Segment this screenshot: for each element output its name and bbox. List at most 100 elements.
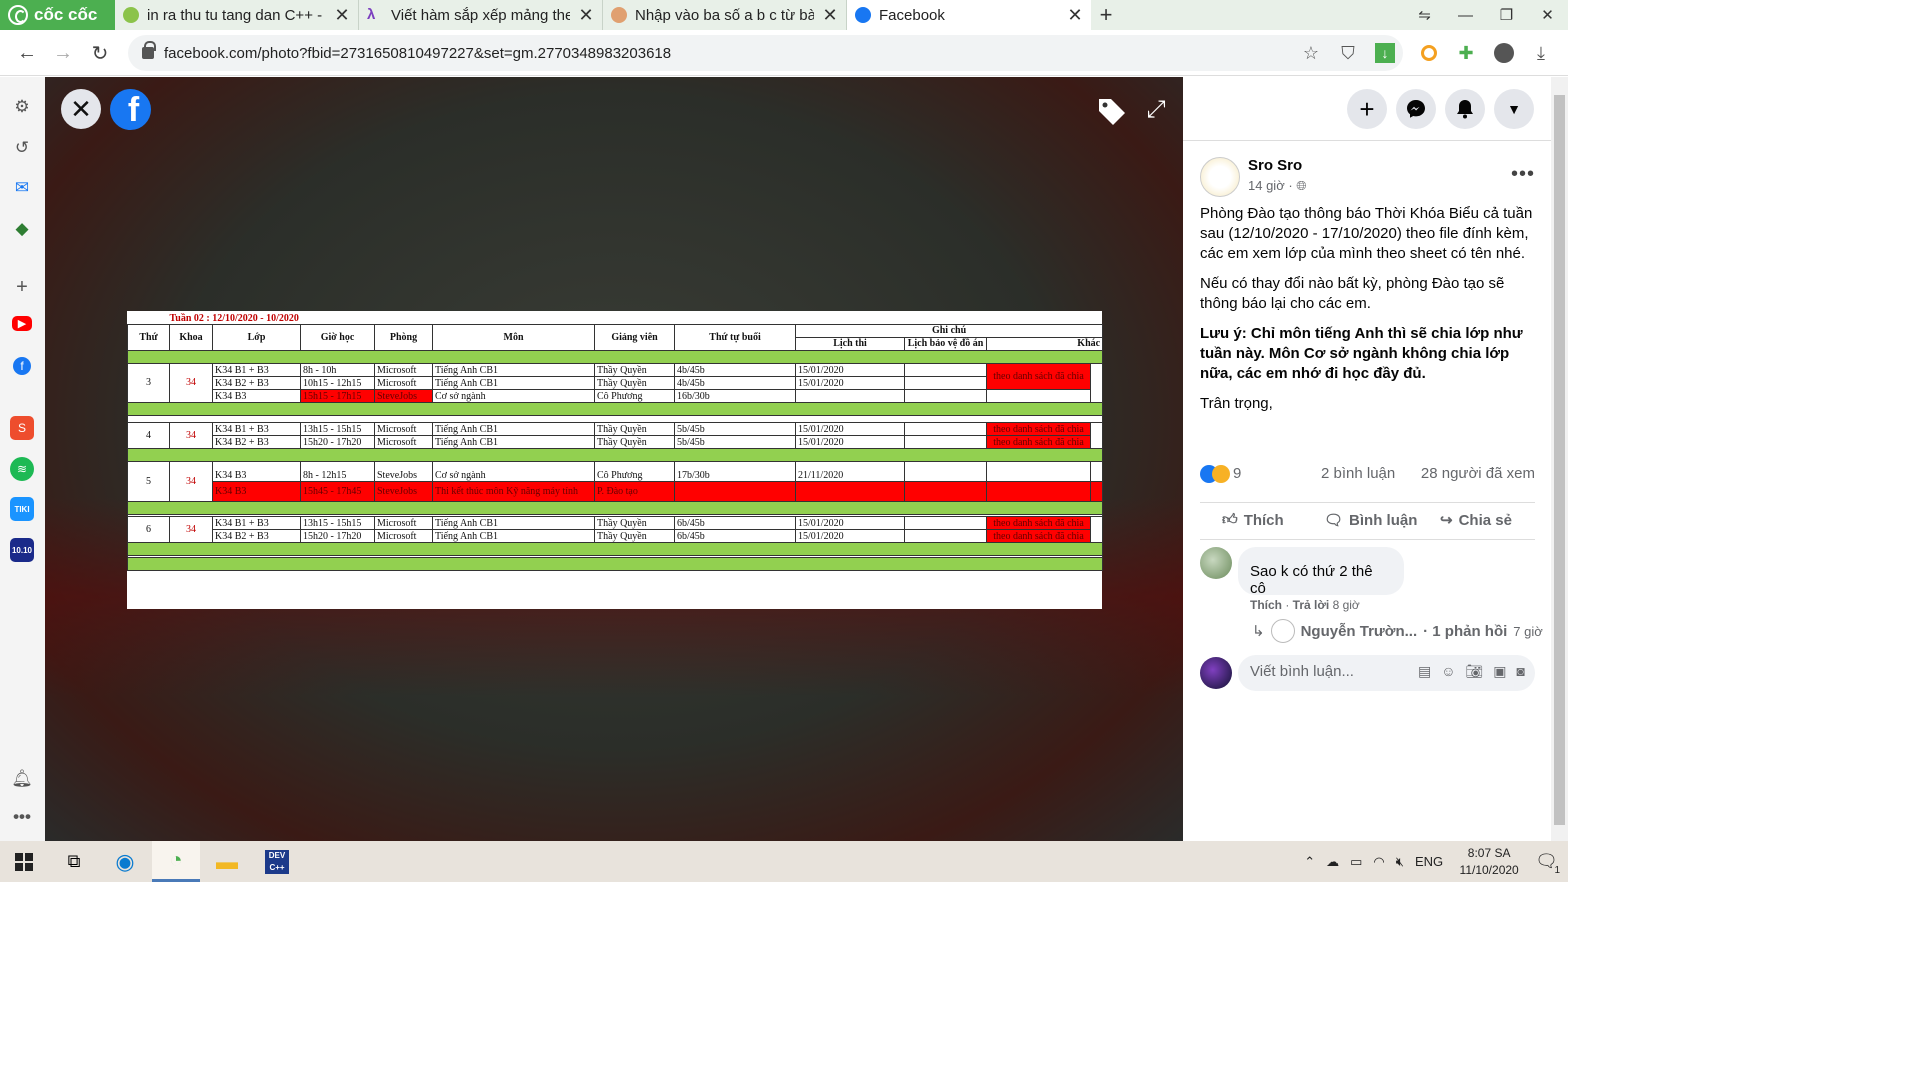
- share-button[interactable]: ↪ Chia sẻ: [1440, 511, 1512, 530]
- comment-count[interactable]: 2 bình luận: [1321, 465, 1395, 482]
- notifications-icon[interactable]: [1445, 89, 1485, 129]
- emoji-icon[interactable]: ☺: [1441, 663, 1455, 680]
- language-indicator[interactable]: ENG: [1415, 854, 1443, 869]
- download-icon[interactable]: ⤓: [1526, 38, 1556, 68]
- file-explorer-icon[interactable]: ▬: [203, 841, 251, 882]
- minimize-button[interactable]: —: [1445, 0, 1486, 30]
- close-window-button[interactable]: ✕: [1527, 0, 1568, 30]
- camera-icon[interactable]: 📷︎: [1466, 663, 1484, 680]
- tab-cpp[interactable]: in ra thu tu tang dan C++ - T ✕: [115, 0, 359, 30]
- messenger-icon[interactable]: ✉: [10, 176, 34, 200]
- gif-icon[interactable]: ▣: [1493, 663, 1506, 680]
- view-count[interactable]: 28 người đã xem: [1421, 465, 1535, 482]
- chevron-up-icon[interactable]: ⌃: [1304, 854, 1315, 870]
- network-icon[interactable]: ◠: [1373, 854, 1384, 870]
- maximize-button[interactable]: ❐: [1486, 0, 1527, 30]
- history-icon[interactable]: ↺: [10, 136, 34, 160]
- fullscreen-icon[interactable]: ⤢: [1141, 95, 1171, 125]
- profile-icon[interactable]: [1489, 38, 1519, 68]
- replier-avatar: [1270, 619, 1295, 643]
- close-tab-icon[interactable]: ✕: [822, 5, 838, 26]
- shopee-icon[interactable]: S: [10, 416, 34, 440]
- cell: K34 B1 + B3: [212, 515, 301, 530]
- windows-start-icon[interactable]: [0, 841, 48, 882]
- reload-icon[interactable]: ↻: [85, 38, 115, 68]
- back-icon[interactable]: ←: [12, 38, 42, 68]
- extension-color-icon[interactable]: [1414, 38, 1444, 68]
- my-avatar[interactable]: [1200, 657, 1232, 689]
- cell: 8h - 12h15: [300, 460, 375, 482]
- more-options-icon[interactable]: •••: [1511, 163, 1535, 186]
- new-tab-button[interactable]: +: [1091, 0, 1121, 30]
- table-row: 4 34 K34 B1 + B3 13h15 - 15h15 Microsoft…: [127, 421, 1104, 449]
- col-lop: Lớp: [212, 323, 301, 351]
- battery-icon[interactable]: ▭: [1350, 854, 1362, 870]
- comment-input[interactable]: Viết bình luận... ▤ ☺ 📷︎ ▣ ◙: [1238, 655, 1535, 691]
- close-tab-icon[interactable]: ✕: [578, 5, 594, 26]
- scrollbar-thumb[interactable]: [1554, 95, 1565, 825]
- sticker-face-icon[interactable]: ◙: [1517, 663, 1525, 680]
- address-bar[interactable]: facebook.com/photo?fbid=2731650810497227…: [128, 35, 1403, 71]
- system-tray: ⌃ ☁ ▭ ◠ 🔇︎ ENG 8:07 SA 11/10/2020 🗨︎ 1: [1304, 841, 1568, 882]
- scrollbar[interactable]: [1551, 77, 1568, 841]
- cell-khoa: 34: [169, 421, 213, 449]
- comment-reply-link[interactable]: Trả lời: [1293, 598, 1330, 612]
- volume-icon[interactable]: 🔇︎: [1396, 854, 1404, 870]
- cell: Cơ sở ngành: [432, 388, 596, 403]
- notification-center-icon[interactable]: 🗨︎ 1: [1535, 851, 1560, 876]
- edge-icon[interactable]: ◉: [101, 841, 149, 882]
- replier-name: Nguyễn Trườn...: [1300, 622, 1418, 640]
- devcpp-icon[interactable]: DEV C++: [253, 841, 301, 882]
- star-icon[interactable]: ☆: [1296, 38, 1326, 68]
- tab-sort[interactable]: λ Viết hàm sắp xếp mảng theo ✕: [359, 0, 603, 30]
- close-tab-icon[interactable]: ✕: [334, 5, 350, 26]
- task-view-icon[interactable]: ⧉: [50, 841, 98, 882]
- messenger-icon[interactable]: [1396, 89, 1436, 129]
- lock-icon: [142, 41, 156, 59]
- comment-placeholder: Viết bình luận...: [1250, 663, 1354, 680]
- author-name[interactable]: Sro Sro: [1248, 157, 1302, 174]
- comment-time[interactable]: 8 giờ: [1333, 598, 1360, 612]
- reaction-count[interactable]: 9: [1233, 465, 1241, 482]
- settings-icon[interactable]: ⚙: [10, 95, 34, 119]
- close-icon[interactable]: ✕: [61, 89, 101, 129]
- puzzle-icon[interactable]: ✚: [1451, 38, 1481, 68]
- reply-summary[interactable]: ↳ Nguyễn Trườn... · 1 phản hồi 7 giờ: [1252, 619, 1552, 643]
- close-tab-icon[interactable]: ✕: [1067, 5, 1083, 26]
- shield-icon[interactable]: ⛉: [1333, 38, 1363, 68]
- facebook-icon[interactable]: f: [13, 357, 31, 375]
- create-icon[interactable]: +: [1347, 89, 1387, 129]
- comment-button[interactable]: 🗨︎ Bình luận: [1324, 511, 1417, 530]
- author-avatar[interactable]: [1200, 157, 1240, 197]
- cell: 15/01/2020: [795, 434, 906, 449]
- add-sidebar-icon[interactable]: +: [10, 275, 34, 299]
- clock[interactable]: 8:07 SA 11/10/2020: [1454, 845, 1524, 879]
- cell-khoa: 34: [169, 460, 213, 502]
- commenter-avatar[interactable]: [1200, 547, 1232, 579]
- facebook-logo-icon[interactable]: f: [110, 89, 151, 130]
- bell-icon[interactable]: 🔔︎: [10, 767, 34, 791]
- account-menu-icon[interactable]: ▼: [1494, 89, 1534, 129]
- lazada-icon[interactable]: 10.10: [10, 538, 34, 562]
- forward-icon[interactable]: →: [48, 38, 78, 68]
- tag-icon[interactable]: [1095, 95, 1125, 125]
- tab-facebook[interactable]: Facebook ✕: [847, 0, 1091, 30]
- more-icon[interactable]: •••: [10, 805, 34, 829]
- post-time[interactable]: 14 giờ · 🌐︎: [1248, 178, 1307, 194]
- like-button[interactable]: 👍︎ Thích: [1222, 511, 1284, 529]
- cloud-icon[interactable]: ☁: [1326, 854, 1339, 870]
- download-manager-icon[interactable]: ↓: [1370, 38, 1400, 68]
- tiki-icon[interactable]: TIKI: [10, 497, 34, 521]
- game-icon[interactable]: ◆: [10, 217, 34, 241]
- browser-brand[interactable]: cốc cốc: [0, 0, 115, 30]
- cell: 15h15 - 17h15: [300, 388, 375, 403]
- youtube-icon[interactable]: ▶: [12, 316, 32, 331]
- cell: Tiếng Anh CB1: [432, 375, 596, 390]
- tab-abc[interactable]: Nhập vào ba số a b c từ bàn p ✕: [603, 0, 847, 30]
- col-buoi: Thứ tự buổi: [674, 323, 797, 351]
- tab-search-icon[interactable]: ⇋: [1404, 0, 1445, 30]
- coccoc-taskbar-icon[interactable]: ◔: [152, 841, 200, 882]
- spotify-icon[interactable]: ≋: [10, 457, 34, 481]
- sticker-icon[interactable]: ▤: [1418, 663, 1431, 680]
- comment-like-link[interactable]: Thích: [1250, 598, 1282, 612]
